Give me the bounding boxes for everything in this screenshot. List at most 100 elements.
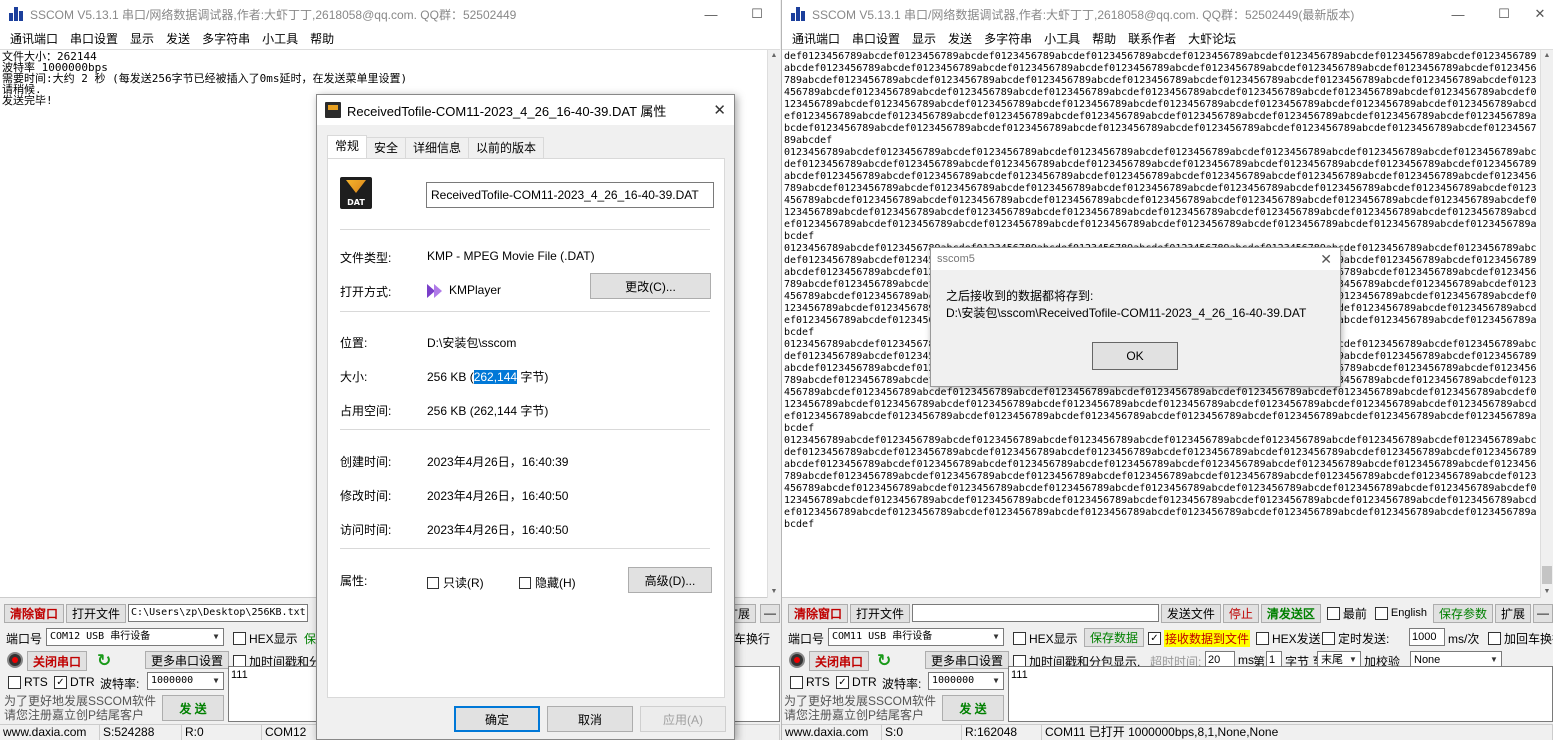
- vertical-scrollbar[interactable]: ▲ ▼: [1540, 50, 1553, 598]
- status-website: www.daxia.com: [782, 725, 882, 740]
- vertical-scrollbar[interactable]: ▲ ▼: [767, 50, 780, 598]
- menu-port[interactable]: 通讯端口: [4, 29, 64, 49]
- minimize-button[interactable]: —: [1435, 0, 1481, 28]
- more-serial-settings-button[interactable]: 更多串口设置: [145, 651, 230, 669]
- send-button[interactable]: 发 送: [162, 695, 224, 721]
- menu-help[interactable]: 帮助: [1086, 29, 1122, 49]
- clear-window-button[interactable]: 清除窗口: [4, 603, 65, 623]
- hex-display-checkbox[interactable]: HEX显示: [1013, 630, 1078, 647]
- open-file-button[interactable]: 打开文件: [850, 603, 911, 623]
- recv-to-file-checkbox[interactable]: ✓ 接收数据到文件: [1148, 630, 1251, 647]
- tab-details[interactable]: 详细信息: [405, 137, 470, 158]
- tab-general[interactable]: 常规: [327, 135, 368, 158]
- save-data-button[interactable]: 保存数据: [1084, 628, 1145, 647]
- check-icon: ✓: [836, 675, 849, 689]
- file-path-input[interactable]: C:\Users\zp\Desktop\256KB.txt: [128, 604, 309, 622]
- refresh-icon[interactable]: ↻: [97, 651, 111, 671]
- chevron-down-icon: ▼: [213, 676, 219, 685]
- menu-port[interactable]: 通讯端口: [786, 29, 846, 49]
- close-port-button[interactable]: 关闭串口: [809, 651, 870, 671]
- more-serial-settings-button[interactable]: 更多串口设置: [925, 651, 1010, 669]
- send-button[interactable]: 发 送: [942, 695, 1004, 721]
- interval-input[interactable]: 1000: [1409, 628, 1445, 646]
- menu-tools[interactable]: 小工具: [1038, 29, 1086, 49]
- close-icon[interactable]: ✕: [1320, 248, 1332, 270]
- menu-tools[interactable]: 小工具: [256, 29, 304, 49]
- always-on-top-checkbox[interactable]: 最前: [1326, 605, 1367, 622]
- title-bar[interactable]: SSCOM V5.13.1 串口/网络数据调试器,作者:大虾丁丁,2618058…: [782, 0, 1553, 28]
- send-file-button[interactable]: 发送文件: [1160, 603, 1221, 623]
- close-button[interactable]: ✕: [1527, 0, 1553, 28]
- readonly-checkbox[interactable]: 只读(R): [427, 574, 484, 591]
- menu-multi-string[interactable]: 多字符串: [196, 29, 256, 49]
- filename-input[interactable]: ReceivedTofile-COM11-2023_4_26_16-40-39.…: [426, 182, 714, 208]
- menu-help[interactable]: 帮助: [304, 29, 340, 49]
- port-select-value: COM11 USB 串行设备: [832, 631, 933, 642]
- scroll-up-icon[interactable]: ▲: [768, 50, 780, 62]
- english-checkbox[interactable]: English: [1374, 606, 1427, 620]
- tab-previous-versions[interactable]: 以前的版本: [468, 137, 545, 158]
- menu-forum[interactable]: 大虾论坛: [1182, 29, 1242, 49]
- rts-checkbox[interactable]: RTS: [790, 675, 830, 689]
- baud-select[interactable]: 1000000 ▼: [928, 672, 1004, 690]
- tab-security[interactable]: 安全: [366, 137, 407, 158]
- menu-send[interactable]: 发送: [160, 29, 196, 49]
- scroll-up-icon[interactable]: ▲: [1541, 50, 1553, 62]
- menu-serial-settings[interactable]: 串口设置: [64, 29, 124, 49]
- clear-send-area-button[interactable]: 清发送区: [1260, 603, 1321, 623]
- close-port-button[interactable]: 关闭串口: [27, 651, 88, 671]
- close-icon[interactable]: ✕: [713, 101, 726, 119]
- size-bytes-selected[interactable]: 262,144: [473, 370, 518, 384]
- scroll-thumb[interactable]: [1542, 566, 1552, 584]
- dtr-checkbox[interactable]: ✓ DTR: [836, 675, 877, 689]
- save-params-button[interactable]: 保存参数: [1432, 603, 1493, 623]
- port-select[interactable]: COM11 USB 串行设备 ▼: [828, 628, 1004, 646]
- advanced-button[interactable]: 高级(D)...: [628, 567, 712, 593]
- hex-send-checkbox[interactable]: HEX发送: [1256, 630, 1321, 647]
- rts-checkbox[interactable]: RTS: [8, 675, 48, 689]
- refresh-icon[interactable]: ↻: [877, 651, 891, 671]
- title-bar[interactable]: SSCOM V5.13.1 串口/网络数据调试器,作者:大虾丁丁,2618058…: [0, 0, 780, 28]
- port-select[interactable]: COM12 USB 串行设备 ▼: [46, 628, 224, 646]
- baud-select-value: 1000000: [151, 675, 194, 686]
- apply-button[interactable]: 应用(A): [640, 706, 726, 732]
- baud-select[interactable]: 1000000 ▼: [147, 672, 224, 690]
- hidden-checkbox[interactable]: 隐藏(H): [519, 574, 576, 591]
- ok-button[interactable]: 确定: [454, 706, 540, 732]
- dtr-checkbox[interactable]: ✓ DTR: [54, 675, 95, 689]
- collapse-button[interactable]: —: [760, 603, 780, 623]
- dialog-title-bar[interactable]: sscom5 ✕: [931, 248, 1340, 270]
- send-input[interactable]: 111: [1008, 666, 1553, 722]
- ok-button[interactable]: OK: [1092, 342, 1178, 370]
- menu-contact-author[interactable]: 联系作者: [1122, 29, 1182, 49]
- scroll-down-icon[interactable]: ▼: [1541, 586, 1553, 598]
- menu-serial-settings[interactable]: 串口设置: [846, 29, 906, 49]
- maximize-button[interactable]: ☐: [1481, 0, 1527, 28]
- menu-multi-string[interactable]: 多字符串: [978, 29, 1038, 49]
- dialog-message: 之后接收到的数据都将存到: D:\安装包\sscom\ReceivedTofil…: [946, 288, 1306, 322]
- stop-button[interactable]: 停止: [1222, 603, 1259, 623]
- location-value: D:\安装包\sscom: [427, 336, 517, 350]
- timed-send-checkbox[interactable]: 定时发送:: [1322, 630, 1389, 647]
- dat-file-icon: DAT: [340, 177, 372, 209]
- hex-display-checkbox[interactable]: HEX显示: [233, 630, 298, 647]
- expand-button[interactable]: 扩展: [1494, 603, 1531, 623]
- scroll-down-icon[interactable]: ▼: [768, 586, 780, 598]
- minimize-button[interactable]: —: [688, 0, 734, 28]
- maximize-button[interactable]: ☐: [734, 0, 780, 28]
- status-bar: www.daxia.com S:0 R:162048 COM11 已打开 100…: [782, 724, 1553, 740]
- menu-display[interactable]: 显示: [124, 29, 160, 49]
- menu-display[interactable]: 显示: [906, 29, 942, 49]
- add-crlf-checkbox[interactable]: 加回车换行: [1488, 630, 1553, 647]
- open-file-button[interactable]: 打开文件: [66, 603, 127, 623]
- cancel-button[interactable]: 取消: [547, 706, 633, 732]
- menu-send[interactable]: 发送: [942, 29, 978, 49]
- hex-display-label: HEX显示: [249, 632, 298, 646]
- status-sent: S:524288: [100, 725, 182, 740]
- change-button[interactable]: 更改(C)...: [590, 273, 711, 299]
- file-path-input[interactable]: [912, 604, 1159, 622]
- collapse-button[interactable]: —: [1533, 603, 1553, 623]
- clear-window-button[interactable]: 清除窗口: [788, 603, 849, 623]
- dialog-title-bar[interactable]: ReceivedTofile-COM11-2023_4_26_16-40-39.…: [317, 95, 734, 125]
- dtr-label: DTR: [70, 675, 95, 689]
